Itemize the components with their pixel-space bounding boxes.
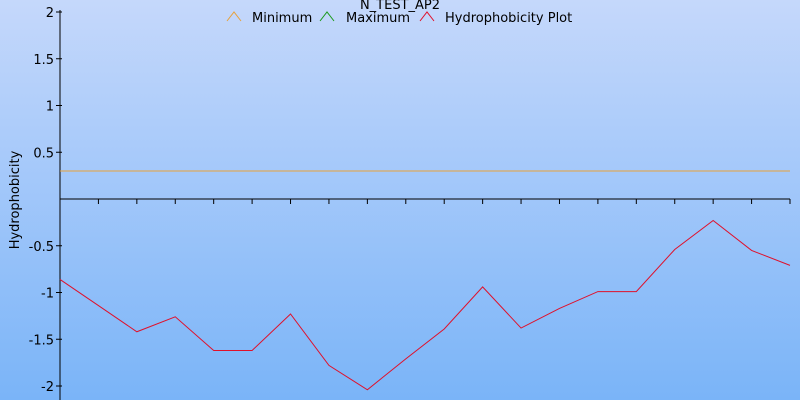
plot-canvas: N_TEST_AP2 Minimum Maximum Hydrophobicit… (0, 0, 800, 400)
y-tick-label: 2 (46, 6, 54, 21)
chart-legend: Minimum Maximum Hydrophobicity Plot (226, 11, 572, 26)
y-axis-label: Hydrophobicity (8, 150, 23, 249)
y-tick-label: 1.5 (33, 53, 54, 68)
y-tick-label: 0.5 (33, 146, 54, 161)
y-tick-label: -1 (41, 287, 54, 302)
y-tick-label: -0.5 (29, 240, 54, 255)
y-tick-label: -1.5 (29, 333, 54, 348)
y-tick-label: -2 (41, 380, 54, 395)
legend-label-minimum: Minimum (252, 11, 312, 26)
y-tick-label: 1 (46, 100, 54, 115)
legend-label-hydrophobicity-plot: Hydrophobicity Plot (445, 11, 572, 26)
legend-label-maximum: Maximum (346, 11, 410, 26)
chart-background (0, 0, 800, 400)
hydrophobicity-chart: N_TEST_AP2 Minimum Maximum Hydrophobicit… (0, 0, 800, 400)
